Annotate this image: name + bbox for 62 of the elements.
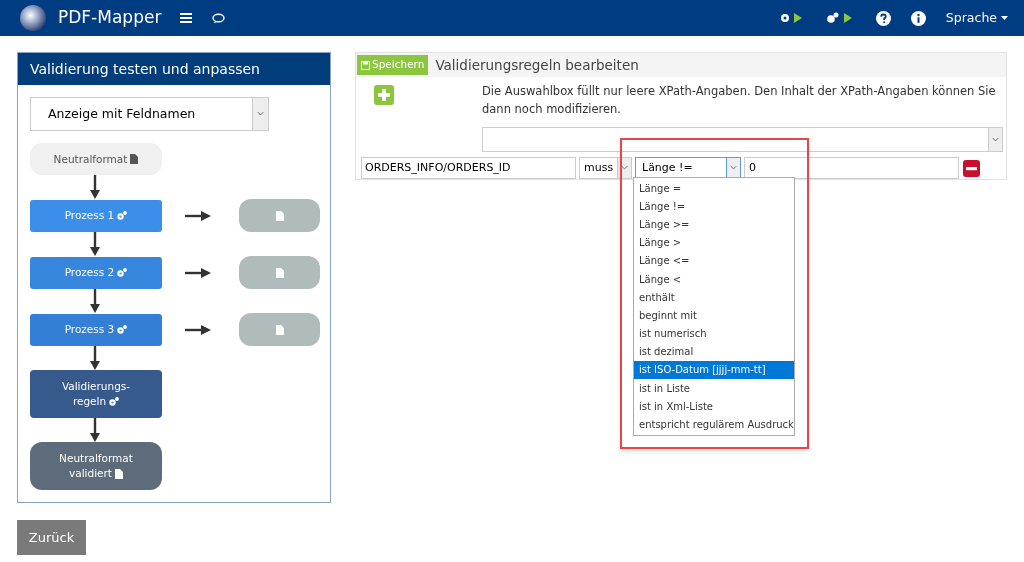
info-icon[interactable] [910, 10, 926, 26]
dropdown-option[interactable]: ist ISO-Datum [jjjj-mm-tt] [634, 360, 794, 380]
file-icon [130, 154, 139, 164]
dropdown-option[interactable]: Länge = [634, 179, 794, 198]
dropdown-option[interactable]: entspricht regulärem Ausdruck [634, 415, 794, 434]
dropdown-option[interactable]: Länge >= [634, 215, 794, 234]
arrow-icon [90, 175, 100, 199]
xpath-field[interactable]: ORDERS_INFO/ORDERS_ID [361, 157, 576, 179]
arrow-icon [90, 232, 100, 256]
dropdown-option[interactable]: ist in Liste [634, 379, 794, 398]
file-icon [275, 267, 284, 278]
editor-title: Validierungsregeln bearbeiten [435, 55, 639, 75]
modality-select[interactable]: muss [579, 157, 632, 179]
caret-icon [252, 98, 268, 130]
panel-title: Validierung testen und anpassen [18, 53, 330, 85]
dropdown-option[interactable]: ist dezimal [634, 342, 794, 361]
start-node[interactable]: Neutralformat [30, 143, 162, 175]
app-title[interactable]: PDF-Mapper [58, 5, 162, 31]
back-button[interactable]: Zurück [17, 520, 86, 555]
save-icon [361, 60, 370, 70]
dropdown-option[interactable]: ist in Xml-Liste [634, 397, 794, 416]
output-node[interactable] [239, 199, 320, 232]
arrow-icon [90, 418, 100, 442]
dropdown-option[interactable]: ist numerisch [634, 324, 794, 343]
arrow-icon [185, 210, 211, 221]
file-icon [275, 324, 284, 335]
logo-icon [19, 4, 47, 32]
arrow-icon [185, 324, 211, 335]
gears-play-icon[interactable] [825, 12, 853, 24]
file-icon [115, 468, 123, 479]
arrow-icon [90, 289, 100, 313]
chat-icon[interactable] [212, 12, 226, 24]
output-node[interactable] [239, 313, 320, 346]
gears-icon [117, 325, 128, 334]
output-node[interactable] [239, 256, 320, 289]
file-icon [275, 210, 284, 221]
gears-icon [109, 397, 120, 406]
arrow-icon [185, 267, 211, 278]
end-node[interactable]: Neutralformat validiert [30, 442, 162, 490]
xpath-select[interactable] [482, 127, 1003, 152]
caret-icon [988, 128, 1002, 151]
dropdown-option[interactable]: Länge <= [634, 251, 794, 270]
gears-icon [117, 268, 128, 277]
caret-icon [726, 158, 740, 178]
process-node[interactable]: Prozess 2 [30, 256, 162, 289]
rules-node[interactable]: Validierungs- regeln [30, 370, 162, 418]
language-menu[interactable]: Sprache [945, 8, 1008, 28]
remove-icon[interactable] [963, 159, 980, 177]
dropdown-option[interactable]: Länge < [634, 269, 794, 289]
caret-icon [1001, 16, 1008, 20]
dropdown-option[interactable]: enthält [634, 288, 794, 307]
arrow-icon [90, 346, 100, 370]
dropdown-option[interactable]: Länge > [634, 233, 794, 252]
hint-text: Die Auswahlbox füllt nur leere XPath-Angaben. Den Inhalt der XPath-Angaben können Sie dann noch modifizieren. [482, 83, 997, 118]
dropdown-option[interactable]: Länge != [634, 197, 794, 216]
view-select[interactable]: Anzeige mit Feldnamen [30, 97, 269, 131]
help-icon[interactable] [875, 10, 891, 26]
gears-icon [117, 211, 128, 220]
process-node[interactable]: Prozess 3 [30, 313, 162, 346]
dropdown-option[interactable]: beginnt mit [634, 306, 794, 325]
gear-play-icon[interactable] [778, 12, 803, 24]
menu-icon[interactable] [180, 13, 193, 23]
